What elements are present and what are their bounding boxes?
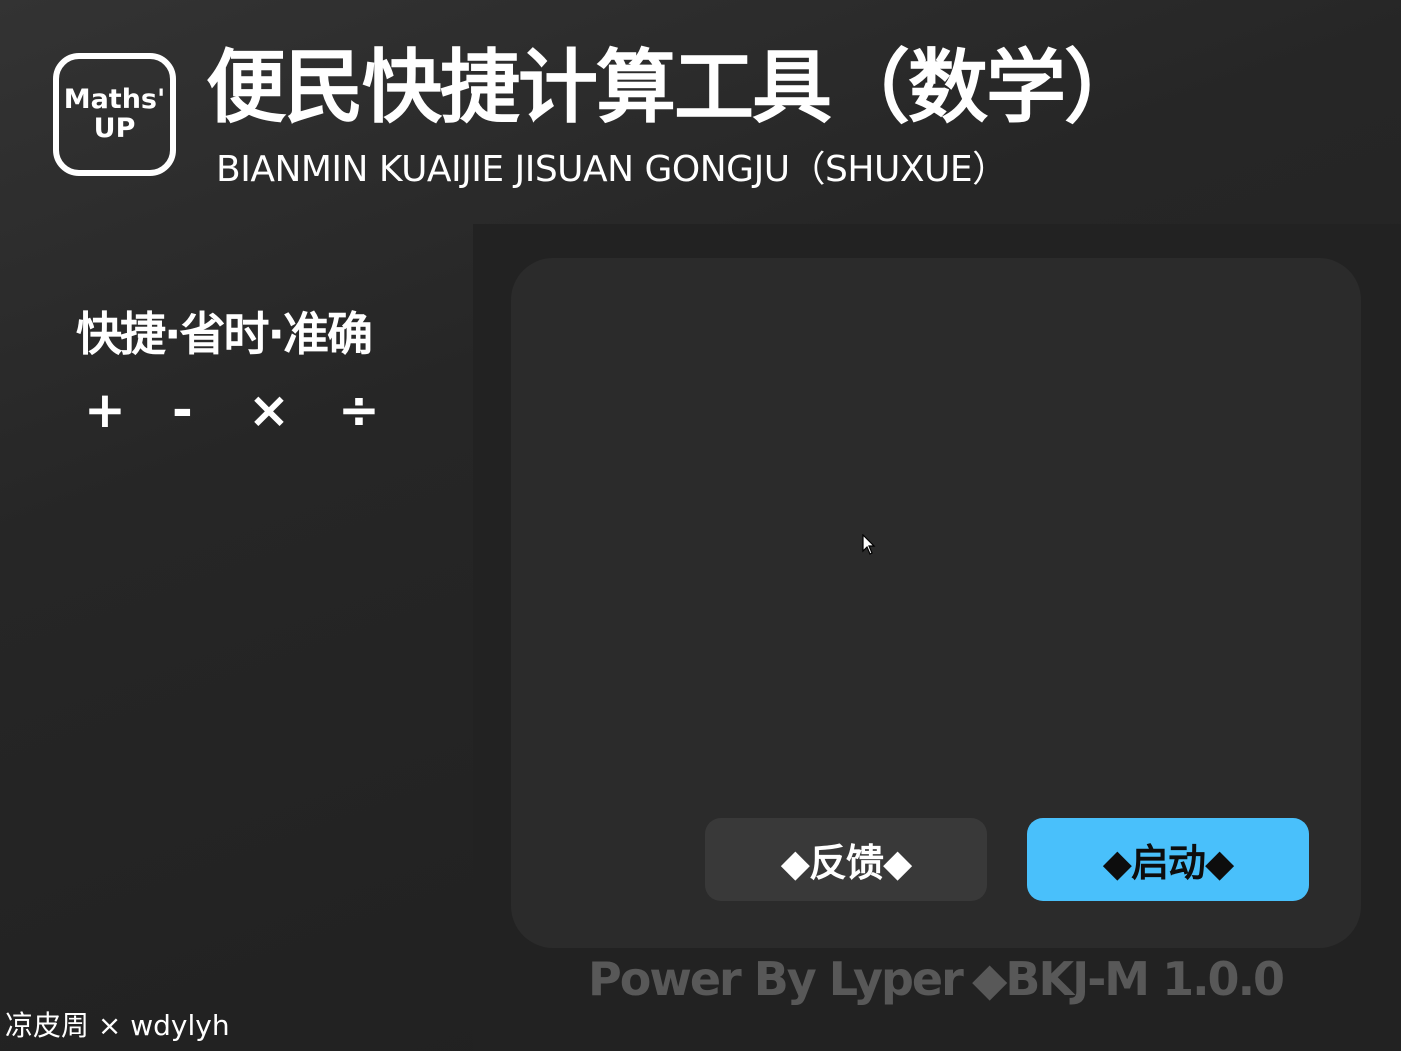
- logo-line-2: UP: [93, 112, 136, 144]
- power-by-label: Power By Lyper: [588, 952, 964, 1006]
- feedback-button[interactable]: ◆反馈◆: [705, 818, 987, 901]
- maths-up-logo: Maths' UP: [53, 53, 176, 176]
- slogan: 快捷·省时·准确: [76, 307, 373, 361]
- multiply-icon: ×: [248, 381, 290, 439]
- start-button[interactable]: ◆启动◆: [1027, 818, 1309, 901]
- app-title: 便民快捷计算工具（数学）: [206, 41, 1144, 134]
- credit-label: 凉皮周 × wdylyh: [5, 1009, 230, 1042]
- minus-icon: -: [172, 381, 193, 439]
- plus-icon: +: [84, 381, 126, 439]
- mouse-pointer-icon: [862, 534, 876, 555]
- app-window: Maths' UP 便民快捷计算工具（数学） BIANMIN KUAIJIE J…: [0, 0, 1401, 1051]
- version-label: ◆BKJ-M 1.0.0: [972, 952, 1285, 1006]
- logo-line-1: Maths': [63, 84, 166, 116]
- app-subtitle: BIANMIN KUAIJIE JISUAN GONGJU（SHUXUE）: [216, 149, 1008, 190]
- divide-icon: ÷: [338, 381, 380, 439]
